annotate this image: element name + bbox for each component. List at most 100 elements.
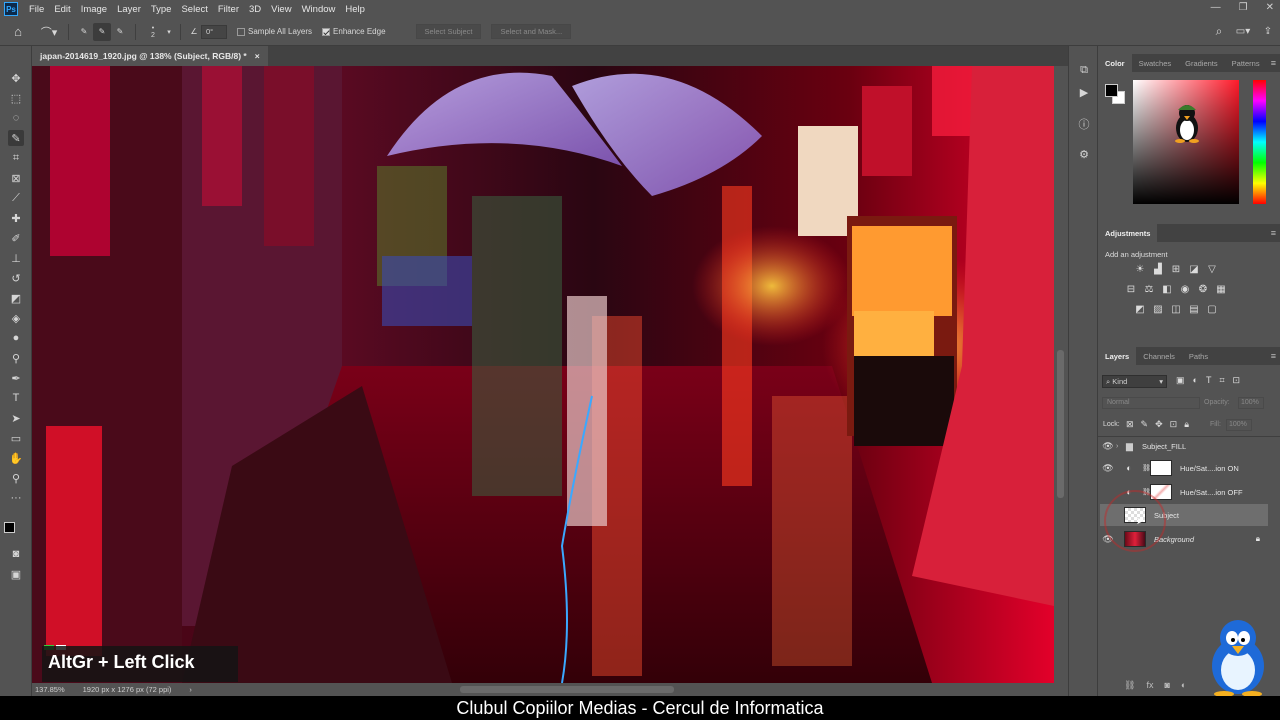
restore-icon[interactable]: ❐ (1239, 2, 1248, 13)
brush-size-picker[interactable]: • 2 (142, 23, 164, 41)
filter-shape-icon[interactable]: ⌗ (1219, 375, 1224, 386)
layer-mask-thumbnail[interactable] (1150, 460, 1172, 476)
layer-filter-select[interactable]: ⌕ Kind ▾ (1102, 375, 1167, 388)
filter-adjustment-icon[interactable]: ◐ (1193, 375, 1198, 386)
pen-tool-icon[interactable]: ✒ (8, 370, 24, 386)
eyedropper-tool-icon[interactable]: ⟋ (8, 190, 24, 206)
subtract-selection-icon[interactable]: ✎ (111, 23, 129, 41)
lock-position-icon[interactable]: ✥ (1155, 419, 1163, 430)
sample-all-layers-checkbox[interactable]: Sample All Layers (237, 23, 312, 41)
angle-field[interactable]: 0° (201, 24, 227, 39)
blur-tool-icon[interactable]: ● (8, 330, 24, 346)
curves-icon[interactable]: ⊞ (1170, 264, 1182, 275)
menu-image[interactable]: Image (76, 4, 112, 15)
quick-selection-tool-icon[interactable]: ✎ (8, 130, 24, 146)
menu-select[interactable]: Select (176, 4, 212, 15)
zoom-tool-icon[interactable]: ⚲ (8, 470, 24, 486)
black-white-icon[interactable]: ◧ (1161, 284, 1173, 295)
history-brush-icon[interactable]: ↺ (8, 270, 24, 286)
lock-artboard-icon[interactable]: ⊡ (1170, 419, 1178, 430)
vibrance-icon[interactable]: ▽ (1206, 264, 1218, 275)
menu-layer[interactable]: Layer (112, 4, 146, 15)
move-tool-icon[interactable]: ✥ (8, 70, 24, 86)
menu-file[interactable]: File (24, 4, 49, 15)
dodge-tool-icon[interactable]: ⚲ (8, 350, 24, 366)
horizontal-scroll-thumb[interactable] (460, 686, 674, 693)
frame-tool-icon[interactable]: ⊠ (8, 170, 24, 186)
filter-smart-icon[interactable]: ⊡ (1233, 375, 1241, 386)
menu-window[interactable]: Window (297, 4, 341, 15)
blend-mode-select[interactable]: Normal (1102, 397, 1200, 409)
marquee-tool-icon[interactable]: ⬚ (8, 90, 24, 106)
status-menu-arrow[interactable]: › (189, 685, 192, 694)
tab-adjustments[interactable]: Adjustments (1098, 224, 1158, 242)
menu-type[interactable]: Type (146, 4, 177, 15)
type-tool-icon[interactable]: T (8, 390, 24, 406)
brightness-contrast-icon[interactable]: ☀ (1134, 264, 1146, 275)
layers-panel-menu-icon[interactable]: ≡ (1271, 351, 1276, 361)
photoshop-logo[interactable]: Ps (4, 2, 18, 16)
screen-mode-icon[interactable]: ▣ (8, 566, 24, 582)
visibility-eye-icon[interactable]: 👁︎ (1100, 441, 1116, 452)
fill-field[interactable]: 100% (1226, 419, 1252, 431)
eraser-tool-icon[interactable]: ◩ (8, 290, 24, 306)
search-icon[interactable]: ⌕ (1208, 23, 1230, 41)
canvas[interactable] (32, 66, 1054, 683)
healing-brush-icon[interactable]: ✚ (8, 210, 24, 226)
tab-swatches[interactable]: Swatches (1132, 54, 1179, 72)
exposure-icon[interactable]: ◪ (1188, 264, 1200, 275)
actions-icon[interactable]: ▶ (1076, 84, 1092, 100)
share-icon[interactable]: ⇪ (1256, 23, 1280, 41)
new-adjustment-icon[interactable]: ◐ (1181, 680, 1186, 691)
layer-row-huesat-on[interactable]: 👁︎ ◐ ⛓︎ Hue/Sat....ion ON (1100, 457, 1268, 479)
gradient-map-icon[interactable]: ▤ (1188, 304, 1200, 315)
selective-color-icon[interactable]: ▢ (1206, 304, 1218, 315)
hand-tool-icon[interactable]: ✋ (8, 450, 24, 466)
tab-channels[interactable]: Channels (1136, 347, 1182, 365)
link-layers-icon[interactable]: ⛓︎ (1124, 680, 1135, 691)
color-fg-swatch[interactable] (1105, 84, 1118, 97)
select-subject-button[interactable]: Select Subject (415, 24, 482, 39)
filter-pixel-icon[interactable]: ▣ (1176, 375, 1185, 386)
zoom-level[interactable]: 137.85% (35, 685, 65, 694)
tab-layers[interactable]: Layers (1098, 347, 1137, 365)
lasso-tool-icon[interactable]: ◌ (8, 110, 24, 126)
color-lookup-icon[interactable]: ▦ (1215, 284, 1227, 295)
filter-type-icon[interactable]: T (1206, 375, 1212, 386)
threshold-icon[interactable]: ◫ (1170, 304, 1182, 315)
select-and-mask-button[interactable]: Select and Mask... (491, 24, 572, 39)
quick-mask-icon[interactable]: ◙ (8, 546, 24, 562)
menu-3d[interactable]: 3D (244, 4, 266, 15)
properties-icon[interactable]: ⚙ (1076, 146, 1092, 162)
close-icon[interactable]: ✕ (1266, 2, 1274, 13)
foreground-color-swatch[interactable] (4, 522, 15, 533)
lock-pixels-icon[interactable]: ✎ (1141, 419, 1149, 430)
levels-icon[interactable]: ▟ (1152, 264, 1164, 275)
document-tab[interactable]: japan-2014619_1920.jpg @ 138% (Subject, … (32, 46, 268, 66)
close-document-icon[interactable]: × (255, 51, 260, 61)
adjustments-menu-icon[interactable]: ≡ (1271, 228, 1276, 238)
info-icon[interactable]: ⓘ (1076, 116, 1092, 132)
history-icon[interactable]: ⧉ (1076, 62, 1092, 78)
crop-tool-icon[interactable]: ⌗ (8, 150, 24, 166)
menu-edit[interactable]: Edit (49, 4, 75, 15)
link-icon[interactable]: ⛓︎ (1142, 464, 1151, 472)
layer-style-fx-icon[interactable]: fx (1146, 680, 1153, 691)
add-to-selection-icon[interactable]: ✎ (93, 22, 111, 41)
tab-patterns[interactable]: Patterns (1225, 54, 1267, 72)
hue-slider[interactable] (1253, 80, 1266, 204)
menu-filter[interactable]: Filter (213, 4, 244, 15)
photo-canvas[interactable] (32, 66, 1054, 683)
tab-color[interactable]: Color (1098, 54, 1132, 72)
menu-view[interactable]: View (266, 4, 296, 15)
tool-preset-icon[interactable]: ⌒▾ (36, 23, 62, 41)
hue-saturation-icon[interactable]: ⊟ (1125, 284, 1137, 295)
posterize-icon[interactable]: ▨ (1152, 304, 1164, 315)
add-mask-icon[interactable]: ◙ (1164, 680, 1169, 691)
workspace-icon[interactable]: ▭▾ (1230, 23, 1256, 41)
brush-dropdown-icon[interactable]: ▾ (164, 23, 174, 41)
tab-paths[interactable]: Paths (1182, 347, 1215, 365)
color-panel-menu-icon[interactable]: ≡ (1271, 58, 1276, 68)
photo-filter-icon[interactable]: ◉ (1179, 284, 1191, 295)
color-balance-icon[interactable]: ⚖ (1143, 284, 1155, 295)
